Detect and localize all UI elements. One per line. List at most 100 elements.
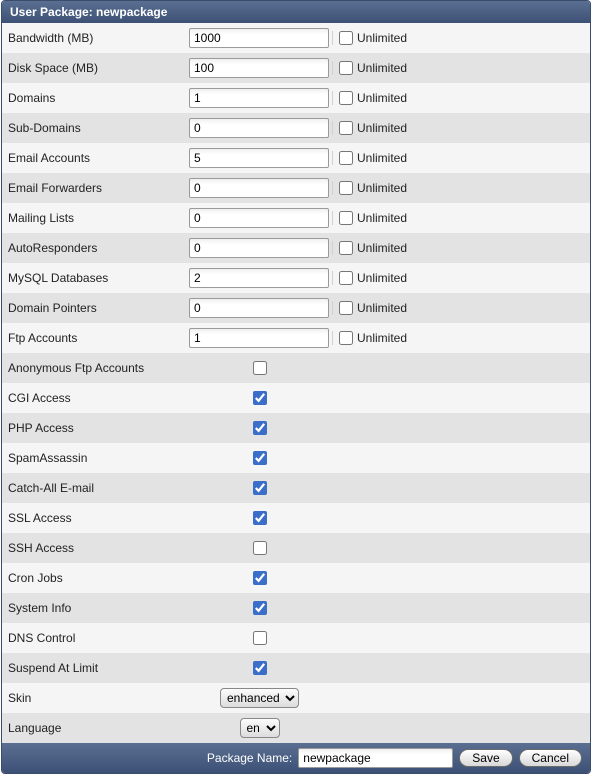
quota-input[interactable] [189, 148, 329, 168]
setting-value-cell [187, 328, 332, 348]
unlimited-checkbox[interactable] [339, 211, 353, 225]
package-name-input[interactable] [298, 748, 453, 768]
feature-checkbox[interactable] [253, 361, 267, 375]
table-row: Anonymous Ftp Accounts [2, 353, 590, 383]
feature-checkbox[interactable] [253, 481, 267, 495]
quota-input[interactable] [189, 178, 329, 198]
unlimited-label: Unlimited [357, 331, 407, 345]
feature-checkbox-cell [187, 361, 332, 375]
setting-value-cell [187, 208, 332, 228]
unlimited-cell: Unlimited [332, 301, 590, 315]
setting-label: Skin [2, 691, 187, 705]
quota-input[interactable] [189, 208, 329, 228]
feature-checkbox[interactable] [253, 601, 267, 615]
table-row: Email Accounts Unlimited [2, 143, 590, 173]
table-row: System Info [2, 593, 590, 623]
setting-label: PHP Access [2, 421, 187, 435]
feature-checkbox-cell [187, 601, 332, 615]
save-button[interactable]: Save [459, 749, 512, 767]
unlimited-checkbox[interactable] [339, 181, 353, 195]
table-row: SpamAssassin [2, 443, 590, 473]
table-row: SSL Access [2, 503, 590, 533]
table-row: Skin enhanced [2, 683, 590, 713]
setting-label: Mailing Lists [2, 211, 187, 225]
setting-label: Email Accounts [2, 151, 187, 165]
setting-label: CGI Access [2, 391, 187, 405]
unlimited-cell: Unlimited [332, 241, 590, 255]
quota-input[interactable] [189, 328, 329, 348]
unlimited-cell: Unlimited [332, 91, 590, 105]
panel-footer: Package Name: Save Cancel [2, 743, 590, 773]
setting-label: SpamAssassin [2, 451, 187, 465]
quota-input[interactable] [189, 268, 329, 288]
skin-select[interactable]: enhanced [220, 688, 299, 708]
table-row: Cron Jobs [2, 563, 590, 593]
table-row: MySQL Databases Unlimited [2, 263, 590, 293]
feature-checkbox-cell [187, 391, 332, 405]
unlimited-label: Unlimited [357, 151, 407, 165]
setting-label: SSL Access [2, 511, 187, 525]
unlimited-checkbox[interactable] [339, 31, 353, 45]
feature-checkbox[interactable] [253, 631, 267, 645]
table-row: Bandwidth (MB) Unlimited [2, 23, 590, 53]
unlimited-label: Unlimited [357, 91, 407, 105]
unlimited-checkbox[interactable] [339, 271, 353, 285]
unlimited-label: Unlimited [357, 31, 407, 45]
cancel-button[interactable]: Cancel [519, 749, 582, 767]
unlimited-checkbox[interactable] [339, 91, 353, 105]
setting-label: Domains [2, 91, 187, 105]
unlimited-checkbox[interactable] [339, 241, 353, 255]
unlimited-checkbox[interactable] [339, 121, 353, 135]
unlimited-checkbox[interactable] [339, 151, 353, 165]
unlimited-cell: Unlimited [332, 121, 590, 135]
unlimited-cell: Unlimited [332, 151, 590, 165]
quota-input[interactable] [189, 58, 329, 78]
table-row: Languageen [2, 713, 590, 743]
table-row: AutoResponders Unlimited [2, 233, 590, 263]
language-select[interactable]: en [240, 718, 280, 738]
table-row: Mailing ListsUnlimited [2, 203, 590, 233]
quota-input[interactable] [189, 298, 329, 318]
feature-checkbox[interactable] [253, 451, 267, 465]
table-row: Ftp AccountsUnlimited [2, 323, 590, 353]
quota-input[interactable] [189, 238, 329, 258]
unlimited-label: Unlimited [357, 241, 407, 255]
unlimited-checkbox[interactable] [339, 331, 353, 345]
quota-input[interactable] [189, 88, 329, 108]
unlimited-cell: Unlimited [332, 61, 590, 75]
setting-value-cell [187, 298, 332, 318]
panel-title: User Package: newpackage [10, 5, 167, 19]
feature-checkbox[interactable] [253, 541, 267, 555]
feature-checkbox-cell [187, 541, 332, 555]
quota-input[interactable] [189, 118, 329, 138]
feature-checkbox-cell [187, 631, 332, 645]
setting-label: MySQL Databases [2, 271, 187, 285]
setting-value-cell [187, 28, 332, 48]
feature-checkbox-cell [187, 661, 332, 675]
unlimited-cell: Unlimited [332, 181, 590, 195]
feature-checkbox-cell [187, 571, 332, 585]
feature-checkbox[interactable] [253, 511, 267, 525]
quota-input[interactable] [189, 28, 329, 48]
setting-label: AutoResponders [2, 241, 187, 255]
unlimited-label: Unlimited [357, 181, 407, 195]
unlimited-checkbox[interactable] [339, 61, 353, 75]
feature-checkbox[interactable] [253, 571, 267, 585]
table-row: Disk Space (MB) Unlimited [2, 53, 590, 83]
feature-checkbox[interactable] [253, 391, 267, 405]
table-row: DNS Control [2, 623, 590, 653]
setting-label: Bandwidth (MB) [2, 31, 187, 45]
feature-checkbox[interactable] [253, 661, 267, 675]
setting-value-cell [187, 148, 332, 168]
feature-checkbox[interactable] [253, 421, 267, 435]
table-row: Domains Unlimited [2, 83, 590, 113]
setting-value-cell [187, 268, 332, 288]
setting-value-cell [187, 178, 332, 198]
unlimited-cell: Unlimited [332, 271, 590, 285]
table-row: CGI Access [2, 383, 590, 413]
unlimited-checkbox[interactable] [339, 301, 353, 315]
setting-label: Catch-All E-mail [2, 481, 187, 495]
setting-label: DNS Control [2, 631, 187, 645]
select-cell: en [187, 718, 332, 738]
setting-label: Disk Space (MB) [2, 61, 187, 75]
